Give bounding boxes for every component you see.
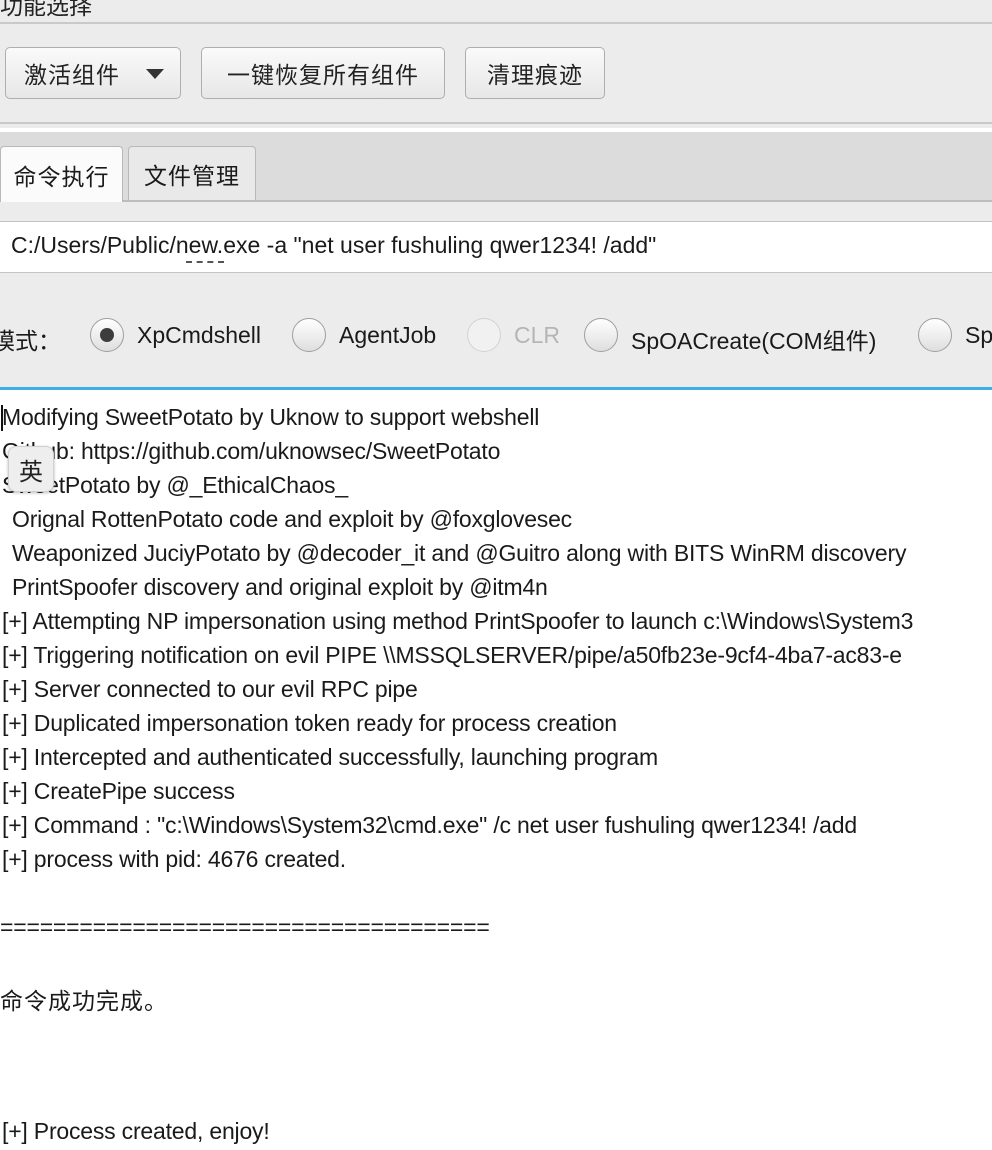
radio-sp-label[interactable]: Sp [965, 322, 992, 349]
output-line: 命令成功完成。 [0, 989, 168, 1015]
panel-divider [0, 122, 992, 124]
activate-components-button[interactable]: 激活组件 [5, 47, 181, 99]
output-line: [+] Triggering notification on evil PIPE… [2, 642, 902, 668]
panel-title: 功能选择 [0, 0, 92, 20]
output-line: [+] Attempting NP impersonation using me… [2, 608, 914, 634]
output-line: [+] Process created, enjoy! [2, 1118, 270, 1144]
output-line: [+] Duplicated impersonation token ready… [2, 710, 617, 736]
output-line: [+] Server connected to our evil RPC pip… [2, 676, 418, 702]
clean-traces-button[interactable]: 清理痕迹 [465, 47, 605, 99]
radio-selected-dot [100, 328, 114, 342]
radio-xpcmdshell[interactable] [90, 318, 124, 352]
radio-agentjob[interactable] [292, 318, 326, 352]
mode-selector: 模式： XpCmdshell AgentJob CLR SpOACreate(C… [0, 312, 992, 360]
tab-command-execution[interactable]: 命令执行 [0, 146, 123, 202]
output-line: PrintSpoofer discovery and original expl… [12, 574, 548, 600]
output-line: [+] CreatePipe success [2, 778, 235, 804]
output-line: Weaponized JuciyPotato by @decoder_it an… [12, 540, 907, 566]
restore-all-components-label: 一键恢复所有组件 [227, 63, 419, 89]
ime-indicator: 英 [8, 446, 54, 492]
mode-label: 模式： [0, 329, 61, 355]
radio-spoacreate-label[interactable]: SpOACreate(COM组件) [631, 322, 876, 356]
output-textarea[interactable]: Modifying SweetPotato by Uknow to suppor… [0, 400, 992, 1150]
output-separator: ===================================== [0, 914, 490, 940]
tab-file-management[interactable]: 文件管理 [128, 146, 256, 200]
output-line: Orignal RottenPotato code and exploit by… [12, 506, 572, 532]
radio-clr [467, 318, 501, 352]
title-divider [0, 22, 992, 24]
radio-spoacreate[interactable] [584, 318, 618, 352]
output-line: [+] Intercepted and authenticated succes… [2, 744, 658, 770]
radio-xpcmdshell-label[interactable]: XpCmdshell [137, 322, 261, 349]
radio-clr-label: CLR [514, 322, 561, 348]
restore-all-components-button[interactable]: 一键恢复所有组件 [201, 47, 445, 99]
output-line: [+] Command : "c:\Windows\System32\cmd.e… [2, 812, 857, 838]
tab-command-execution-label: 命令执行 [13, 164, 110, 191]
radio-agentjob-label[interactable]: AgentJob [339, 322, 436, 349]
radio-sp[interactable] [918, 318, 952, 352]
ime-composition-underline [186, 261, 224, 263]
tab-file-management-label: 文件管理 [144, 163, 240, 190]
output-focus-border [0, 387, 992, 390]
output-line: Github: https://github.com/uknowsec/Swee… [2, 438, 501, 464]
output-line: Modifying SweetPotato by Uknow to suppor… [2, 404, 540, 430]
output-line: [+] process with pid: 4676 created. [2, 846, 346, 872]
function-panel: 功能选择 激活组件 一键恢复所有组件 清理痕迹 [0, 0, 992, 128]
command-input[interactable]: C:/Users/Public/new.exe -a "net user fus… [0, 221, 992, 273]
chevron-down-icon [146, 69, 164, 79]
clean-traces-label: 清理痕迹 [487, 63, 583, 89]
activate-components-label: 激活组件 [24, 63, 120, 89]
